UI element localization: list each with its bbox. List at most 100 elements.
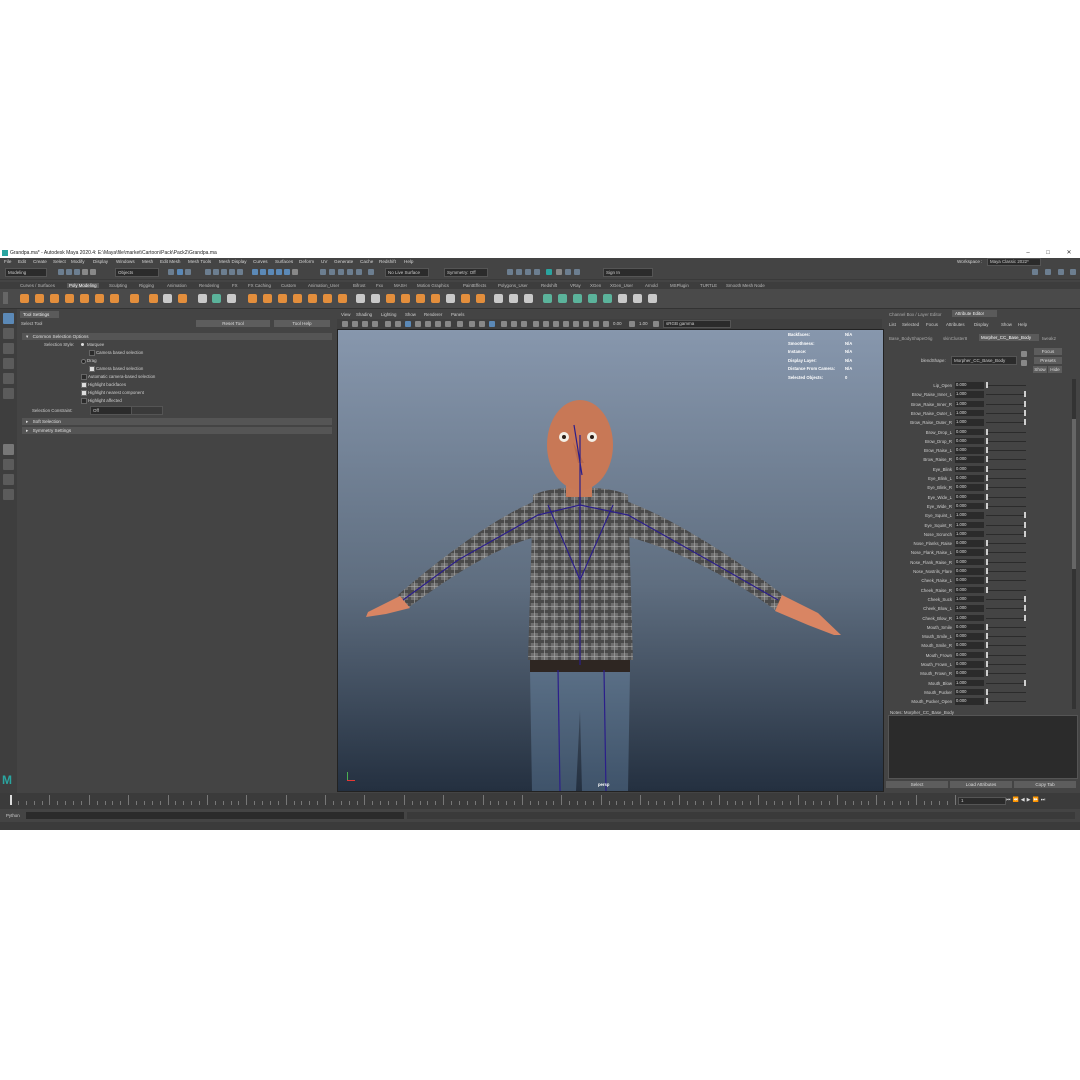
constraint-field[interactable] — [131, 406, 163, 415]
motion-blur-icon[interactable] — [533, 321, 539, 327]
mask-icon-6[interactable] — [252, 269, 258, 275]
shelf-tab-sculpting[interactable]: Sculpting — [109, 283, 127, 288]
menuset-dropdown[interactable]: Modeling — [5, 268, 47, 277]
shelf-tab-rendering[interactable]: Rendering — [199, 283, 219, 288]
attribute-slider-handle[interactable] — [1024, 391, 1026, 398]
redshift-ipr-icon[interactable] — [574, 269, 580, 275]
shelf-tab-curves-surfaces[interactable]: Curves / Surfaces — [20, 283, 55, 288]
shelf-tab-bifrost[interactable]: Bifrost — [353, 283, 365, 288]
attribute-value-field[interactable]: 0.000 — [955, 484, 984, 491]
attribute-slider[interactable] — [986, 561, 1026, 563]
poly-disc-icon[interactable] — [110, 294, 119, 303]
shelf-tab-fx-caching[interactable]: FX Caching — [248, 283, 271, 288]
current-time-marker[interactable] — [10, 795, 12, 805]
attribute-slider[interactable] — [986, 608, 1026, 610]
shelf-tab-polygons-user[interactable]: Polygons_User — [498, 283, 528, 288]
current-frame-field[interactable]: 1 — [958, 797, 1006, 805]
render-frame-icon[interactable] — [516, 269, 522, 275]
shelf-tab-animation-user[interactable]: Animation_User — [308, 283, 339, 288]
xray-joints-icon[interactable] — [479, 321, 485, 327]
attribute-slider[interactable] — [986, 505, 1026, 507]
attribute-slider[interactable] — [986, 450, 1026, 452]
perspective-viewport[interactable]: persp Backfaces: N/A Smoothness: N/A Instanc… — [337, 329, 884, 792]
highlight-backfaces-checkbox[interactable] — [81, 382, 87, 388]
attribute-value-field[interactable]: 1.000 — [955, 521, 984, 528]
ae-menu-help[interactable]: Help — [1018, 322, 1027, 327]
extrude-icon[interactable] — [248, 294, 257, 303]
shelf-tab-custom[interactable]: Custom — [281, 283, 296, 288]
connect-icon[interactable] — [386, 294, 395, 303]
sign-in-dropdown[interactable]: Sign In — [603, 268, 653, 277]
snap-plane-icon[interactable] — [347, 269, 353, 275]
attribute-slider-handle[interactable] — [986, 688, 988, 695]
attribute-slider-handle[interactable] — [1024, 614, 1026, 621]
tool-settings-tab[interactable]: Tool Settings — [20, 311, 59, 318]
attribute-slider[interactable] — [986, 459, 1026, 461]
xray-active-icon[interactable] — [489, 321, 495, 327]
unfold-icon[interactable] — [618, 294, 627, 303]
uv-editor-icon[interactable] — [543, 294, 552, 303]
camera-based-checkbox-1[interactable] — [89, 350, 95, 356]
shelf-tab-arnold[interactable]: Arnold — [645, 283, 658, 288]
attribute-value-field[interactable]: 0.000 — [955, 549, 984, 556]
shelf-tab-fxx[interactable]: Fxx — [376, 283, 383, 288]
maximize-button[interactable]: □ — [1043, 249, 1053, 258]
attribute-slider-handle[interactable] — [986, 698, 988, 705]
attribute-value-field[interactable]: 0.000 — [955, 651, 984, 659]
menu-edit-mesh[interactable]: Edit Mesh — [160, 259, 180, 264]
smooth-icon[interactable] — [212, 294, 221, 303]
attribute-slider[interactable] — [986, 673, 1026, 675]
attribute-slider[interactable] — [986, 412, 1026, 414]
insert-loop-icon[interactable] — [509, 294, 518, 303]
append-icon[interactable] — [338, 294, 347, 303]
tool-settings-toggle-icon[interactable] — [1058, 269, 1064, 275]
attribute-slider-handle[interactable] — [986, 670, 988, 677]
attribute-slider-handle[interactable] — [986, 382, 988, 388]
menu-display[interactable]: Display — [93, 259, 108, 264]
menu-file[interactable]: File — [4, 259, 11, 264]
time-ruler[interactable] — [10, 795, 956, 805]
planar-map-icon[interactable] — [558, 294, 567, 303]
poly-cube-icon[interactable] — [35, 294, 44, 303]
shelf-tab-xgen[interactable]: XGen — [590, 283, 601, 288]
symmetry-dropdown[interactable]: Symmetry: Off — [444, 268, 488, 277]
attribute-value-field[interactable]: 1.000 — [955, 512, 984, 519]
auto-camera-checkbox[interactable] — [81, 374, 87, 380]
minimize-button[interactable]: – — [1023, 249, 1033, 258]
mirror-icon[interactable] — [323, 294, 332, 303]
attribute-value-field[interactable]: 1.000 — [955, 595, 984, 603]
attribute-value-field[interactable]: 1.000 — [955, 605, 984, 612]
step-forward-icon[interactable]: ⏩ — [1032, 797, 1040, 803]
grid-icon[interactable] — [385, 321, 391, 327]
attribute-slider[interactable] — [986, 515, 1026, 517]
attribute-value-field[interactable]: 0.000 — [955, 465, 984, 473]
select-tool-icon[interactable] — [3, 313, 14, 324]
attribute-slider-handle[interactable] — [1024, 400, 1026, 407]
copy-tab-button[interactable]: Copy Tab — [1014, 781, 1076, 788]
highlight-affected-checkbox[interactable] — [81, 398, 87, 404]
attribute-slider-handle[interactable] — [986, 623, 988, 630]
attribute-slider[interactable] — [986, 394, 1026, 396]
select-hierarchy-icon[interactable] — [168, 269, 174, 275]
attribute-value-field[interactable]: 1.000 — [955, 614, 984, 621]
attribute-value-field[interactable]: 0.000 — [955, 568, 984, 575]
separate-icon[interactable] — [198, 294, 207, 303]
field-chart-icon[interactable] — [583, 321, 589, 327]
snap-surface-icon[interactable] — [356, 269, 362, 275]
selection-mode-dropdown[interactable]: Objects — [115, 268, 159, 277]
lights-icon[interactable] — [435, 321, 441, 327]
shelf-tab-painteffects[interactable]: PaintEffects — [463, 283, 486, 288]
attribute-value-field[interactable]: 1.000 — [955, 400, 984, 408]
color-management-icon[interactable] — [653, 321, 659, 327]
common-selection-options-header[interactable]: ▾ Common Selection Options — [22, 333, 332, 340]
snap-grid-icon[interactable] — [320, 269, 326, 275]
menu-select[interactable]: Select — [53, 259, 66, 264]
attribute-slider[interactable] — [986, 598, 1026, 600]
ae-menu-selected[interactable]: Selected — [902, 322, 919, 327]
bevel-icon[interactable] — [278, 294, 287, 303]
menu-mesh-tools[interactable]: Mesh Tools — [188, 259, 211, 264]
ae-menu-focus[interactable]: Focus — [926, 322, 938, 327]
load-attributes-button[interactable]: Load Attributes — [950, 781, 1012, 788]
attribute-value-field[interactable]: 0.000 — [955, 642, 984, 649]
cylindrical-map-icon[interactable] — [573, 294, 582, 303]
